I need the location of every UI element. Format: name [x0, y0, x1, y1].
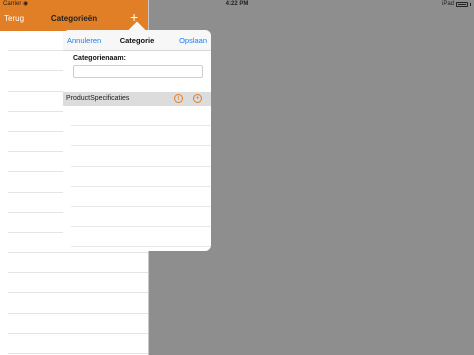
specs-section-header: ProductSpecificaties i + — [63, 92, 211, 106]
category-name-input[interactable] — [73, 65, 203, 78]
battery-icon — [456, 1, 468, 7]
table-row[interactable] — [71, 106, 211, 127]
table-row[interactable] — [71, 227, 211, 248]
battery-group: iPad — [442, 1, 471, 7]
list-item[interactable] — [8, 314, 148, 334]
device-label: iPad — [441, 1, 454, 7]
list-item[interactable] — [8, 253, 148, 274]
list-item[interactable] — [8, 334, 148, 354]
table-row[interactable] — [71, 167, 211, 187]
table-row[interactable] — [71, 207, 211, 228]
popover-navbar: Annuleren Categorie Opslaan — [63, 30, 211, 51]
add-spec-icon[interactable]: + — [193, 94, 202, 103]
status-bar: Carrier ◉ 4:22 PM iPad — [0, 0, 474, 9]
list-item[interactable] — [8, 293, 148, 314]
status-time: 4:22 PM — [225, 1, 249, 7]
category-popover: Annuleren Categorie Opslaan Categorienaa… — [63, 30, 211, 251]
table-row[interactable] — [71, 146, 211, 167]
table-row[interactable] — [71, 126, 211, 147]
specs-list — [63, 106, 211, 248]
save-button[interactable]: Opslaan — [179, 36, 207, 45]
category-name-label: Categorienaam: — [73, 55, 126, 62]
master-title: Categorieën — [50, 14, 98, 23]
list-item[interactable] — [8, 273, 148, 294]
info-icon[interactable]: i — [174, 94, 183, 103]
table-row[interactable] — [71, 187, 211, 207]
battery-tip — [470, 2, 471, 6]
specs-section-label: ProductSpecificaties — [66, 95, 130, 102]
